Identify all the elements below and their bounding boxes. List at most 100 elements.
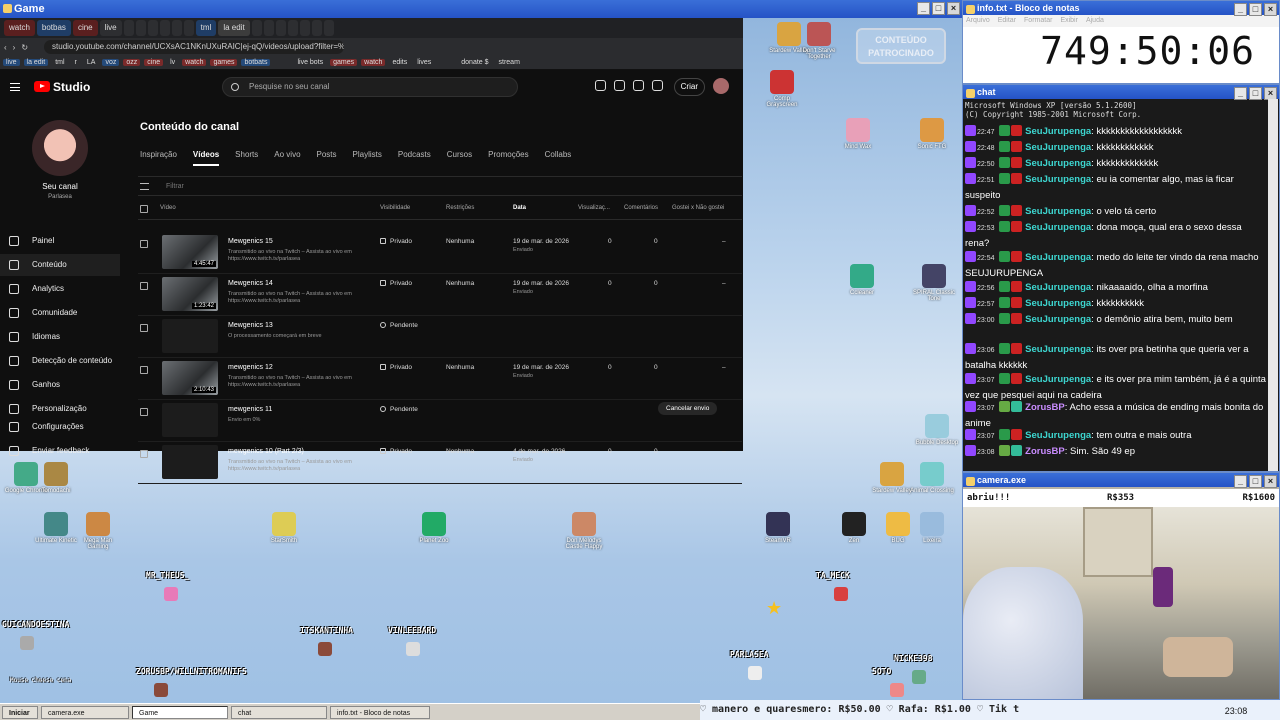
close-button[interactable]: × xyxy=(1264,475,1277,488)
minimize-button[interactable]: _ xyxy=(1234,475,1247,488)
browser-tab[interactable]: live xyxy=(99,20,122,36)
desktop-icon[interactable]: Planet Zoo xyxy=(412,512,456,544)
chat-username[interactable]: SeuJurupenga xyxy=(1025,314,1091,325)
chat-titlebar[interactable]: chat _ □ × xyxy=(963,85,1279,100)
menu-item[interactable]: Formatar xyxy=(1024,17,1052,24)
select-all-checkbox[interactable] xyxy=(140,205,148,213)
video-title[interactable]: mewgenics 10 (Part 2/3) xyxy=(228,448,304,455)
browser-tab[interactable] xyxy=(183,20,194,36)
bookmark-item[interactable]: cine xyxy=(144,59,164,66)
video-title[interactable]: mewgenics 11 xyxy=(228,406,272,413)
menu-item[interactable]: Editar xyxy=(998,17,1016,24)
filter-bar[interactable]: Filtrar xyxy=(138,176,742,196)
visibility-cell[interactable]: Privado xyxy=(380,238,412,245)
close-button[interactable]: × xyxy=(1264,3,1277,16)
browser-tab[interactable]: botbas xyxy=(36,20,71,36)
desktop-icon[interactable]: SteamVR xyxy=(756,512,800,544)
bookmark-item[interactable]: r xyxy=(72,59,80,66)
maximize-button[interactable]: □ xyxy=(932,2,945,15)
desktop-icon[interactable]: Sonic FTG xyxy=(910,118,954,150)
desktop-icon[interactable]: Ultimate Kinetic xyxy=(34,512,78,544)
chat-username[interactable]: SeuJurupenga xyxy=(1025,430,1091,441)
table-row[interactable]: 4:45:47 Mewgenics 15 Transmitido ao vivo n… xyxy=(138,232,742,274)
chat-username[interactable]: SeuJurupenga xyxy=(1025,126,1091,137)
browser-tab[interactable] xyxy=(251,20,262,36)
browser-tab[interactable] xyxy=(135,20,146,36)
row-checkbox[interactable] xyxy=(140,324,148,332)
desktop-icon[interactable]: Lixeira xyxy=(910,512,954,544)
minimize-button[interactable]: _ xyxy=(1234,87,1247,100)
bookmark-item[interactable]: la edit xyxy=(23,59,49,66)
sidebar-item[interactable]: Painel xyxy=(0,230,120,252)
notepad-titlebar[interactable]: info.txt - Bloco de notas _ □ × xyxy=(963,1,1279,16)
column-header[interactable]: Vídeo xyxy=(160,205,176,211)
sidebar-item[interactable]: Comunidade xyxy=(0,302,120,324)
chat-username[interactable]: ZorusBP xyxy=(1025,446,1065,457)
row-checkbox[interactable] xyxy=(140,450,148,458)
content-tab[interactable]: Collabs xyxy=(545,150,572,166)
visibility-cell[interactable]: Privado xyxy=(380,364,412,371)
column-header[interactable]: Restrições xyxy=(446,205,474,211)
browser-tab[interactable] xyxy=(263,20,274,36)
desktop-icon[interactable]: SPIRAL Classic Tone xyxy=(912,264,956,302)
desktop-icon[interactable]: Tomodachi xyxy=(34,462,78,494)
table-row[interactable]: Mewgenics 13 O processamento começará em … xyxy=(138,316,742,358)
channel-name[interactable]: Seu canal xyxy=(0,182,120,191)
bookmark-item[interactable]: watch xyxy=(361,59,386,66)
table-row[interactable]: 2:10:43 mewgenics 12 Transmitido ao vivo n… xyxy=(138,358,742,400)
reload-icon[interactable]: ↻ xyxy=(21,43,28,52)
sidebar-item[interactable]: Enviar feedback xyxy=(0,440,120,462)
desktop-icon[interactable]: Don't Starve Together xyxy=(797,22,841,60)
column-header[interactable]: Comentários xyxy=(624,205,658,211)
row-checkbox[interactable] xyxy=(140,240,148,248)
chat-username[interactable]: SeuJurupenga xyxy=(1025,174,1091,185)
column-header[interactable]: Visualizaç... xyxy=(578,205,610,211)
desktop-icon[interactable]: Stardew Valley xyxy=(870,462,914,494)
bookmark-item[interactable]: stream xyxy=(496,59,523,66)
captions-icon[interactable] xyxy=(595,80,606,91)
desktop-icon[interactable]: Zen xyxy=(832,512,876,544)
chat-username[interactable]: ZorusBP xyxy=(1025,402,1065,413)
content-tab[interactable]: Posts xyxy=(317,150,337,166)
browser-tab[interactable]: tml xyxy=(195,20,217,36)
channel-search-input[interactable]: Pesquise no seu canal xyxy=(222,77,518,97)
content-tab[interactable]: Shorts xyxy=(235,150,258,166)
sidebar-item[interactable]: Idiomas xyxy=(0,326,120,348)
content-tab[interactable]: Playlists xyxy=(353,150,382,166)
sidebar-item[interactable]: Analytics xyxy=(0,278,120,300)
browser-tab[interactable] xyxy=(147,20,158,36)
bookmark-item[interactable]: games xyxy=(210,59,238,66)
minimize-button[interactable]: _ xyxy=(917,2,930,15)
bell-icon[interactable] xyxy=(652,80,663,91)
chat-username[interactable]: SeuJurupenga xyxy=(1025,206,1091,217)
column-header[interactable]: Data xyxy=(513,205,526,211)
content-tab[interactable]: Vídeos xyxy=(192,150,220,166)
chat-username[interactable]: SeuJurupenga xyxy=(1025,374,1091,385)
visibility-cell[interactable]: Pendente xyxy=(380,322,418,329)
help-icon[interactable] xyxy=(614,80,625,91)
bookmark-item[interactable]: donate $ xyxy=(458,59,491,66)
visibility-cell[interactable]: Pendente xyxy=(380,406,418,413)
game-titlebar[interactable]: Game _ □ × xyxy=(0,0,962,18)
video-thumbnail[interactable] xyxy=(162,403,218,437)
sidebar-item[interactable]: Configurações xyxy=(0,416,120,438)
bookmark-item[interactable]: lv xyxy=(167,59,178,66)
row-checkbox[interactable] xyxy=(140,366,148,374)
bookmark-item[interactable]: tml xyxy=(52,59,67,66)
bookmark-item[interactable]: watch xyxy=(182,59,207,66)
chat-username[interactable]: SeuJurupenga xyxy=(1025,298,1091,309)
menu-item[interactable]: Ajuda xyxy=(1086,17,1104,24)
browser-tab[interactable] xyxy=(171,20,182,36)
video-title[interactable]: mewgenics 12 xyxy=(228,364,273,371)
desktop-icon[interactable]: StarSmith xyxy=(262,512,306,544)
content-tab[interactable]: Inspiração xyxy=(140,150,177,166)
visibility-cell[interactable]: Privado xyxy=(380,448,412,455)
content-tab[interactable]: Ao vivo xyxy=(274,150,300,166)
bookmark-item[interactable]: edits xyxy=(389,59,410,66)
video-thumbnail[interactable] xyxy=(162,319,218,353)
channel-avatar[interactable] xyxy=(32,120,88,176)
back-icon[interactable]: ‹ xyxy=(4,43,7,52)
sidebar-item[interactable]: Ganhos xyxy=(0,374,120,396)
desktop-icon[interactable]: Don Melodys Castle Flappy xyxy=(562,512,606,550)
table-row[interactable]: mewgenics 10 (Part 2/3) Transmitido ao vi… xyxy=(138,442,742,484)
